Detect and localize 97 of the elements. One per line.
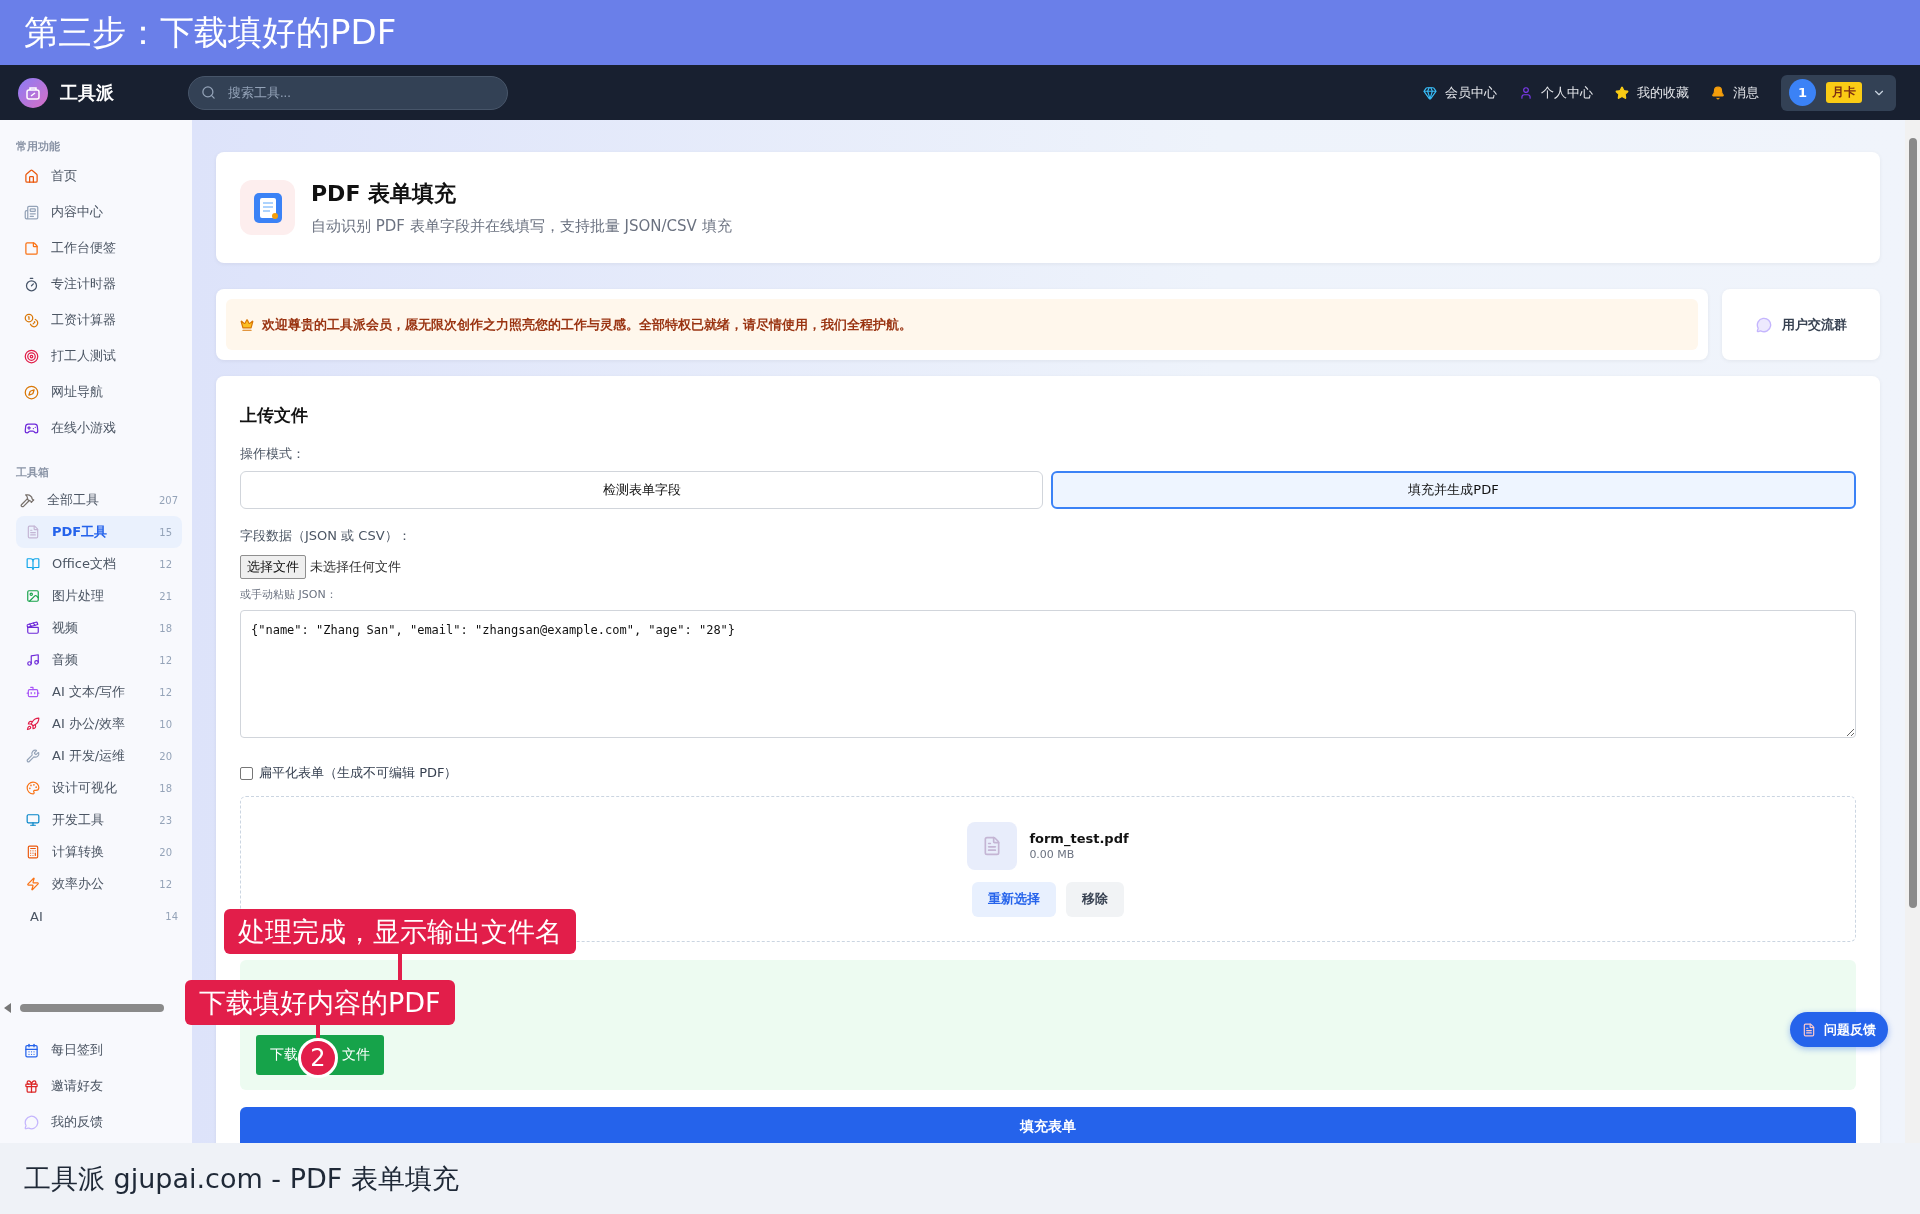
home-icon [24, 168, 39, 184]
choose-file-button[interactable]: 选择文件 [240, 555, 306, 579]
logo-icon[interactable] [18, 77, 48, 108]
sidebar-item[interactable]: 全部工具 207 [16, 484, 188, 516]
person-icon [1519, 85, 1533, 100]
checkbox-label: 扁平化表单（生成不可编辑 PDF） [259, 764, 458, 782]
brand-name[interactable]: 工具派 [60, 80, 188, 105]
clapperboard-icon [26, 621, 40, 635]
speech-bubble-icon [24, 1114, 39, 1130]
rocket-icon [26, 717, 40, 731]
wrench-icon [26, 749, 40, 763]
membership-badge: 月卡 [1826, 82, 1862, 103]
sidebar-item[interactable]: 计算转换 20 [16, 836, 182, 868]
caption: 工具派 gjupai.com - PDF 表单填充 [24, 1161, 459, 1196]
callout-tooltip: 处理完成，显示输出文件名 [224, 909, 576, 954]
remove-button[interactable]: 移除 [1066, 881, 1124, 917]
sidebar-item[interactable]: 视频 18 [16, 612, 182, 644]
sidebar-item[interactable]: 音频 12 [16, 644, 182, 676]
json-input[interactable]: {"name": "Zhang San", "email": "zhangsan@example.com", "age": "28"} [240, 610, 1856, 738]
nav-link[interactable]: 会员中心 [1423, 83, 1497, 102]
sidebar-item[interactable]: 在线小游戏 [16, 410, 184, 446]
search-input[interactable]: 搜索工具... [226, 84, 495, 101]
page-title: PDF 表单填充 [311, 180, 458, 208]
sidebar-item[interactable]: 效率办公 12 [16, 868, 182, 900]
step-title: 第三步：下载填好的PDF [24, 10, 397, 54]
reselect-button[interactable]: 重新选择 [972, 881, 1056, 917]
nav-link[interactable]: 我的收藏 [1615, 83, 1689, 102]
section-title: 常用功能 [15, 138, 61, 155]
avatar: 1 [1789, 79, 1816, 106]
file-icon [967, 821, 1018, 870]
file-status: 未选择任何文件 [310, 558, 401, 576]
sidebar-item[interactable]: 开发工具 23 [16, 804, 182, 836]
star-icon [1615, 85, 1629, 100]
section-title: 工具箱 [15, 464, 50, 481]
search-icon [201, 85, 216, 100]
nav-link[interactable]: 消息 [1711, 83, 1759, 102]
sidebar-item[interactable]: 首页 [16, 158, 184, 194]
sidebar-item[interactable]: 邀请好友 [16, 1068, 184, 1104]
document-icon [1802, 1022, 1816, 1037]
mode-tab[interactable]: 填充并生成PDF [1051, 471, 1856, 509]
user-menu[interactable]: 1 月卡 [1781, 74, 1896, 111]
scroll-arrow-icon[interactable] [4, 1003, 12, 1013]
music-icon [26, 653, 40, 667]
sidebar-item[interactable]: 图片处理 21 [16, 580, 182, 612]
tools-icon [20, 492, 35, 508]
sidebar-item[interactable]: 打工人测试 [16, 338, 184, 374]
calendar-icon [24, 1042, 39, 1058]
newspaper-icon [24, 204, 39, 220]
file-size: 0.00 MB [1029, 847, 1076, 861]
monitor-icon [26, 813, 40, 827]
sidebar-item[interactable]: 设计可视化 18 [16, 772, 182, 804]
field-label: 字段数据（JSON 或 CSV）： [240, 527, 412, 545]
gamepad-icon [24, 420, 39, 436]
field-label: 或手动粘贴 JSON： [240, 587, 338, 602]
robot-icon [26, 685, 40, 699]
diamond-icon [1423, 85, 1437, 100]
page-subtitle: 自动识别 PDF 表单字段并在线填写，支持批量 JSON/CSV 填充 [311, 217, 732, 236]
sidebar-item[interactable]: 工资计算器 [16, 302, 184, 338]
sidebar-item[interactable]: AI 文本/写作 12 [16, 676, 182, 708]
section-heading: 上传文件 [240, 404, 309, 427]
bell-icon [1711, 85, 1725, 100]
file-name: form_test.pdf [1029, 830, 1129, 846]
document-icon [240, 180, 295, 235]
sidebar-item[interactable]: 内容中心 [16, 194, 184, 230]
sidebar-item[interactable]: 工作台便签 [16, 230, 184, 266]
lightning-icon [26, 877, 40, 891]
feedback-button[interactable]: 问题反馈 [1790, 1012, 1888, 1047]
stopwatch-icon [24, 276, 39, 292]
crown-icon [240, 317, 254, 332]
target-icon [24, 348, 39, 364]
image-icon [26, 589, 40, 603]
nav-link[interactable]: 个人中心 [1519, 83, 1593, 102]
palette-icon [26, 781, 40, 795]
note-icon [24, 240, 39, 256]
search-field[interactable]: 搜索工具... [188, 75, 508, 110]
vertical-scrollbar[interactable] [1905, 120, 1920, 1143]
sidebar-item[interactable]: AI 办公/效率 10 [16, 708, 182, 740]
sidebar-item[interactable]: AI 开发/运维 20 [16, 740, 182, 772]
sidebar-item[interactable]: 每日签到 [16, 1032, 184, 1068]
sidebar-item[interactable]: AI 14 [16, 900, 188, 932]
sidebar-item[interactable]: PDF工具 15 [16, 516, 182, 548]
mode-tab[interactable]: 检测表单字段 [240, 471, 1043, 509]
notice-text: 欢迎尊贵的工具派会员，愿无限次创作之力照亮您的工作与灵感。全部特权已就绪，请尽情使用，我们全程护航。 [262, 315, 912, 334]
user-group-button[interactable]: 用户交流群 [1722, 289, 1880, 360]
callout-tooltip: 下载填好内容的PDF [185, 980, 455, 1025]
gift-icon [24, 1078, 39, 1094]
sidebar-item[interactable]: 网址导航 [16, 374, 184, 410]
sidebar-item[interactable]: 我的反馈 [16, 1104, 184, 1140]
sidebar-item[interactable]: 专注计时器 [16, 266, 184, 302]
checkbox[interactable] [240, 766, 253, 780]
compass-icon [24, 384, 39, 400]
sidebar-item[interactable]: Office文档 12 [16, 548, 182, 580]
fill-form-button[interactable]: 填充表单 [240, 1107, 1856, 1143]
speech-bubble-icon [1755, 316, 1772, 333]
field-label: 操作模式： [240, 445, 306, 463]
book-icon [26, 557, 40, 571]
document-icon [26, 525, 40, 539]
